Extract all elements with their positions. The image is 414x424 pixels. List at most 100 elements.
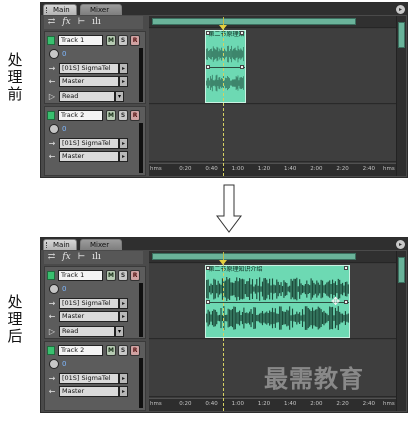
record-arm-button[interactable]: R [130,345,140,356]
tab-main[interactable]: Main [43,239,77,250]
eq-bars-icon[interactable]: ılı [90,16,103,29]
tab-grip-icon [46,242,49,248]
automation-select-arrow-icon[interactable]: ▾ [115,326,124,337]
output-row: ← Master ▸ [47,311,137,322]
volume-value[interactable]: 0 [62,284,66,294]
clip-handle[interactable] [344,266,349,270]
channel-divider [206,301,350,303]
ruler-tick-label: 0:40 [205,401,218,407]
input-arrow-icon: → [48,374,56,383]
record-arm-button[interactable]: R [130,270,140,281]
input-arrow-icon: → [48,299,56,308]
time-ruler[interactable]: hms 0:20 0:40 1:00 1:20 1:40 2:00 2:20 2:40 hms [149,163,397,176]
time-ruler[interactable]: hms 0:20 0:40 1:00 1:20 1:40 2:00 2:20 2:40 hms [149,398,397,411]
scroll-thumb[interactable] [398,257,405,283]
ruler-tick-label: 2:20 [336,166,349,172]
input-select-arrow-icon[interactable]: ▸ [119,298,128,309]
mute-button[interactable]: M [106,345,116,356]
output-select-arrow-icon[interactable]: ▸ [119,76,128,87]
output-select-arrow-icon[interactable]: ▸ [119,151,128,162]
track-lane-2[interactable] [149,105,397,162]
overview-range[interactable] [152,18,356,25]
tab-main[interactable]: Main [43,4,77,15]
expand-triangle-icon[interactable]: ▷ [47,326,57,337]
chevron-right-icon[interactable]: ▸ [396,240,405,249]
send-routing-icon[interactable]: ⊢ [75,16,88,29]
clip-handle[interactable] [206,64,211,69]
input-arrow-icon: → [48,139,56,148]
solo-button[interactable]: S [118,345,128,356]
track-lane-1[interactable]: 第二节原理知识介绍 ✥ [149,264,397,339]
track-name-row: Track 1 M S R [47,35,143,46]
mute-button[interactable]: M [106,270,116,281]
input-select-arrow-icon[interactable]: ▸ [119,138,128,149]
send-routing-icon[interactable]: ⊢ [75,251,88,264]
tab-mixer[interactable]: Mixer [80,4,122,15]
output-select[interactable]: Master [59,311,119,322]
timeline-area[interactable]: 第二节原理知识介绍 hms 0:20 0:40 1:00 1:20 1:40 2:00 2:2… [149,16,397,176]
volume-knob[interactable] [49,124,59,134]
mute-button[interactable]: M [106,35,116,46]
clip-handle[interactable] [239,31,244,35]
volume-knob[interactable] [49,359,59,369]
fx-icon[interactable]: fx [60,251,73,264]
label-after-char-3: 后 [7,327,23,345]
input-select[interactable]: [01S] SigmaTel [59,138,119,149]
solo-button[interactable]: S [118,110,128,121]
track-name-row: Track 2 M S R [47,110,143,121]
input-select-arrow-icon[interactable]: ▸ [119,373,128,384]
solo-button[interactable]: S [118,270,128,281]
input-select[interactable]: [01S] SigmaTel [59,298,119,309]
volume-value[interactable]: 0 [62,124,66,134]
volume-value[interactable]: 0 [62,359,66,369]
audio-clip[interactable]: 第二节原理知识介绍 [205,30,246,103]
output-select-arrow-icon[interactable]: ▸ [119,386,128,397]
mute-button[interactable]: M [106,110,116,121]
output-select[interactable]: Master [59,151,119,162]
tab-mixer[interactable]: Mixer [80,239,122,250]
track-toolbar: ⇄ fx ⊢ ılı [44,251,143,264]
audio-clip[interactable]: 第二节原理知识介绍 [205,265,351,338]
volume-knob[interactable] [49,284,59,294]
tab-main-label: Main [53,6,70,14]
vertical-scrollbar[interactable] [396,251,406,411]
output-select-arrow-icon[interactable]: ▸ [119,311,128,322]
clip-handle[interactable] [206,31,211,35]
track-color-icon [47,346,55,355]
swap-arrows-icon[interactable]: ⇄ [45,251,58,264]
track-name-field[interactable]: Track 2 [58,345,103,356]
track-lane-1[interactable]: 第二节原理知识介绍 [149,29,397,104]
chevron-right-icon[interactable]: ▸ [396,5,405,14]
track-name-field[interactable]: Track 1 [58,35,103,46]
automation-select[interactable]: Read [59,326,115,337]
input-select[interactable]: [01S] SigmaTel [59,373,119,384]
output-select[interactable]: Master [59,76,119,87]
output-select[interactable]: Master [59,386,119,397]
record-arm-button[interactable]: R [130,110,140,121]
clip-handle[interactable] [206,299,211,304]
input-row: → [01S] SigmaTel ▸ [47,63,137,74]
swap-arrows-icon[interactable]: ⇄ [45,16,58,29]
volume-value[interactable]: 0 [62,49,66,59]
eq-bars-icon[interactable]: ılı [90,251,103,264]
clip-handle[interactable] [206,266,211,270]
solo-button[interactable]: S [118,35,128,46]
expand-triangle-icon[interactable]: ▷ [47,91,57,102]
ruler-tick-label: 1:00 [231,401,244,407]
clip-handle[interactable] [239,64,244,69]
overview-range[interactable] [152,253,356,260]
fx-icon[interactable]: fx [60,16,73,29]
automation-select[interactable]: Read [59,91,115,102]
volume-knob[interactable] [49,49,59,59]
scroll-thumb[interactable] [398,22,405,48]
clip-handle[interactable] [344,299,349,304]
waveform-path [206,277,350,302]
record-arm-button[interactable]: R [130,35,140,46]
input-select[interactable]: [01S] SigmaTel [59,63,119,74]
overview-bar [149,251,397,263]
input-select-arrow-icon[interactable]: ▸ [119,63,128,74]
track-name-field[interactable]: Track 2 [58,110,103,121]
automation-select-arrow-icon[interactable]: ▾ [115,91,124,102]
vertical-scrollbar[interactable] [396,16,406,176]
track-name-field[interactable]: Track 1 [58,270,103,281]
